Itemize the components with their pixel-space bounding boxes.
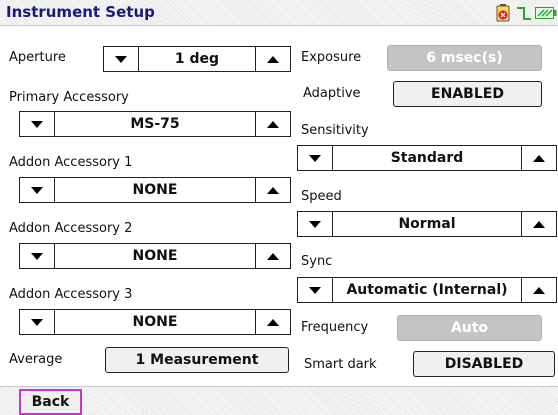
frequency-label: Frequency — [301, 320, 369, 335]
addon-accessory-1-decrement-button[interactable] — [19, 177, 55, 203]
sensitivity-decrement-button[interactable] — [297, 145, 333, 171]
speed-decrement-button[interactable] — [297, 211, 333, 237]
up-arrow-icon — [267, 186, 279, 194]
primary-accessory-label: Primary Accessory — [9, 90, 129, 105]
back-button[interactable]: Back — [19, 389, 82, 415]
addon-accessory-3-value: NONE — [55, 309, 255, 335]
primary-accessory-decrement-button[interactable] — [19, 111, 55, 137]
sync-increment-button[interactable] — [521, 277, 557, 303]
sync-decrement-button[interactable] — [297, 277, 333, 303]
speed-label: Speed — [301, 189, 342, 204]
adaptive-label: Adaptive — [303, 86, 361, 101]
adaptive-toggle-button[interactable]: ENABLED — [393, 81, 542, 107]
addon-accessory-3-label: Addon Accessory 3 — [9, 287, 133, 302]
sensitivity-increment-button[interactable] — [521, 145, 557, 171]
up-arrow-icon — [267, 252, 279, 260]
down-arrow-icon — [31, 120, 43, 128]
down-arrow-icon — [31, 252, 43, 260]
sync-value: Automatic (Internal) — [333, 277, 521, 303]
up-arrow-icon — [267, 55, 279, 63]
sensitivity-label: Sensitivity — [301, 123, 369, 138]
addon-accessory-2-value: NONE — [55, 243, 255, 269]
down-arrow-icon — [309, 220, 321, 228]
addon-accessory-3-decrement-button[interactable] — [19, 309, 55, 335]
window-title: Instrument Setup — [6, 3, 155, 21]
sensitivity-value: Standard — [333, 145, 521, 171]
addon-accessory-1-increment-button[interactable] — [255, 177, 291, 203]
bottom-bar — [0, 386, 558, 415]
exposure-label: Exposure — [301, 50, 362, 65]
down-arrow-icon — [309, 286, 321, 294]
down-arrow-icon — [115, 55, 127, 63]
addon-accessory-1-value: NONE — [55, 177, 255, 203]
average-button[interactable]: 1 Measurement — [105, 347, 289, 373]
addon-accessory-1-label: Addon Accessory 1 — [9, 155, 133, 170]
up-arrow-icon — [533, 154, 545, 162]
aperture-label: Aperture — [9, 50, 66, 65]
sync-label: Sync — [301, 254, 333, 269]
down-arrow-icon — [31, 186, 43, 194]
primary-accessory-increment-button[interactable] — [255, 111, 291, 137]
smart-dark-toggle-button[interactable]: DISABLED — [413, 351, 555, 377]
addon-accessory-2-increment-button[interactable] — [255, 243, 291, 269]
down-arrow-icon — [309, 154, 321, 162]
power-icon — [535, 4, 557, 22]
aperture-increment-button[interactable] — [255, 46, 291, 72]
up-arrow-icon — [267, 120, 279, 128]
primary-accessory-value: MS-75 — [55, 111, 255, 137]
addon-accessory-2-decrement-button[interactable] — [19, 243, 55, 269]
exposure-field: 6 msec(s) — [387, 45, 542, 71]
smart-dark-label: Smart dark — [304, 357, 377, 372]
aperture-decrement-button[interactable] — [103, 46, 139, 72]
battery-icon — [494, 4, 512, 22]
addon-accessory-3-increment-button[interactable] — [255, 309, 291, 335]
speed-increment-button[interactable] — [521, 211, 557, 237]
frequency-field: Auto — [397, 315, 542, 341]
signal-icon — [515, 4, 533, 22]
addon-accessory-2-label: Addon Accessory 2 — [9, 221, 133, 236]
down-arrow-icon — [31, 318, 43, 326]
average-label: Average — [9, 352, 63, 367]
up-arrow-icon — [267, 318, 279, 326]
up-arrow-icon — [533, 220, 545, 228]
speed-value: Normal — [333, 211, 521, 237]
aperture-value: 1 deg — [139, 46, 255, 72]
up-arrow-icon — [533, 286, 545, 294]
